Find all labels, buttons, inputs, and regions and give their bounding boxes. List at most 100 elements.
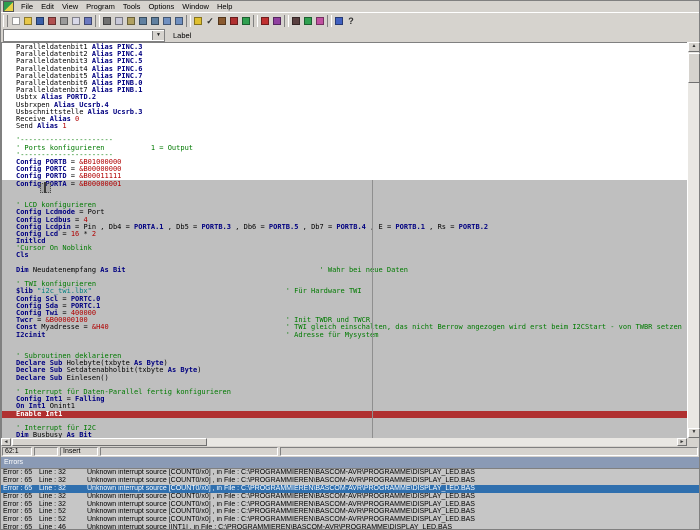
clean-icon-shape [230, 17, 238, 25]
copy-icon[interactable] [113, 15, 125, 28]
export-icon[interactable] [82, 15, 94, 28]
find-next-icon[interactable] [173, 15, 185, 28]
graphic-lcd-icon[interactable] [314, 15, 326, 28]
clean-icon[interactable] [228, 15, 240, 28]
scroll-down-icon[interactable]: ▼ [688, 428, 700, 438]
scroll-left-icon[interactable]: ◄ [1, 438, 11, 446]
find-icon[interactable] [161, 15, 173, 28]
error-message: Unknown interrupt source [COUNT0/x0] , i… [87, 501, 699, 509]
app-icon [3, 1, 14, 12]
code-segment: As Byte [168, 366, 198, 374]
code-segment: = [67, 180, 80, 188]
code-line: Dim Busbusy As Bit [2, 432, 687, 438]
menu-help[interactable]: Help [213, 1, 236, 12]
vertical-scrollbar-thumb[interactable] [688, 53, 700, 83]
code-segment: Busbusy [33, 431, 67, 438]
code-line: Receive Alias 0 [2, 116, 687, 123]
status-panel-5 [280, 447, 698, 456]
menu-options[interactable]: Options [144, 1, 178, 12]
menu-bar-items: FileEditViewProgramToolsOptionsWindowHel… [17, 1, 236, 12]
error-row[interactable]: Error : 65Line : 32Unknown interrupt sou… [1, 493, 699, 501]
error-row[interactable]: Error : 65Line : 52Unknown interrupt sou… [1, 516, 699, 524]
indent-icon[interactable] [137, 15, 149, 28]
code-line: Config Lcd = 16 * 2 [2, 231, 687, 238]
menu-program[interactable]: Program [82, 1, 119, 12]
error-line-number: Line : 46 [39, 524, 87, 529]
plugin-icon[interactable] [333, 15, 345, 28]
error-message: Unknown interrupt source [COUNT0/x0] , i… [87, 516, 699, 524]
code-segment: PORTB.5 [269, 223, 299, 231]
toolbar-separator [284, 15, 289, 27]
open-file-icon[interactable] [22, 15, 34, 28]
code-segment: , Rs = [425, 223, 459, 231]
simulator-icon[interactable] [271, 15, 283, 28]
chevron-down-icon[interactable]: ▼ [152, 31, 164, 40]
code-line: $lib "i2c_twi.lbx" ' Für Hardware TWI [2, 288, 687, 295]
error-message: Unknown interrupt source [COUNT0/x0] , i… [87, 508, 699, 516]
print-preview-icon[interactable] [70, 15, 82, 28]
lcd-display-icon[interactable] [302, 15, 314, 28]
error-row[interactable]: Error : 65Line : 32Unknown interrupt sou… [1, 485, 699, 493]
new-file-icon[interactable] [10, 15, 22, 28]
menu-file[interactable]: File [17, 1, 37, 12]
scroll-up-icon[interactable]: ▲ [688, 42, 700, 52]
help-icon[interactable]: ? [345, 15, 357, 28]
code-area[interactable]: Paralleldatenbit1 Alias PINC.3Parallelda… [1, 42, 687, 438]
scroll-right-icon[interactable]: ► [677, 438, 687, 446]
error-message: Unknown interrupt source [COUNT0/x0] , i… [87, 469, 699, 477]
toolbar-grip[interactable] [3, 15, 8, 27]
cut-icon[interactable] [101, 15, 113, 28]
error-number: Error : 65 [3, 485, 39, 493]
menu-window[interactable]: Window [178, 1, 213, 12]
error-row[interactable]: Error : 65Line : 32Unknown interrupt sou… [1, 469, 699, 477]
code-segment: Einlesen() [67, 374, 109, 382]
error-row[interactable]: Error : 65Line : 32Unknown interrupt sou… [1, 501, 699, 509]
code-segment: Cls [16, 251, 29, 259]
error-row[interactable]: Error : 65Line : 32Unknown interrupt sou… [1, 477, 699, 485]
horizontal-scrollbar[interactable]: ◄ ► [1, 438, 687, 446]
code-segment: * [79, 230, 92, 238]
stop-icon[interactable] [259, 15, 271, 28]
error-message: Unknown interrupt source [COUNT0/x0] , i… [87, 485, 699, 493]
print-icon[interactable] [58, 15, 70, 28]
error-line-number: Line : 32 [39, 469, 87, 477]
code-line: ' Interrupt für I2C [2, 425, 687, 432]
sub-navigator-combo[interactable]: ▼ [3, 29, 165, 42]
save-file-icon[interactable] [34, 15, 46, 28]
unindent-icon[interactable] [149, 15, 161, 28]
open-file-icon-shape [24, 17, 32, 25]
vertical-scrollbar[interactable]: ▲ ▼ [687, 42, 699, 438]
menu-edit[interactable]: Edit [37, 1, 58, 12]
paste-icon[interactable] [125, 15, 137, 28]
error-number: Error : 65 [3, 501, 39, 509]
code-line [2, 339, 687, 346]
program-chip-icon[interactable] [240, 15, 252, 28]
find-icon-shape [163, 17, 171, 25]
error-line-number: Line : 52 [39, 508, 87, 516]
code-segment: PORTB.2 [459, 223, 489, 231]
errors-list: Error : 65Line : 32Unknown interrupt sou… [1, 468, 699, 529]
code-segment: ' Adresse für Mysystem [46, 331, 379, 339]
code-segment: PORTB.4 [336, 223, 366, 231]
error-row[interactable]: Error : 65Line : 52Unknown interrupt sou… [1, 508, 699, 516]
compile-icon[interactable] [192, 15, 204, 28]
editor: Paralleldatenbit1 Alias PINC.3Parallelda… [1, 42, 699, 446]
horizontal-scrollbar-thumb[interactable] [12, 438, 207, 446]
code-line: Dim Neudatenempfang As Bit ' Wahr bei ne… [2, 267, 687, 274]
program-setup-icon-shape [218, 17, 226, 25]
program-setup-icon[interactable] [216, 15, 228, 28]
code-segment: As Bit [100, 266, 125, 274]
code-line [2, 195, 687, 202]
toolbar-separator [327, 15, 332, 27]
indent-icon-shape [139, 17, 147, 25]
code-segment: PINB.1 [117, 86, 142, 94]
terminal-icon[interactable] [290, 15, 302, 28]
syntax-check-icon[interactable]: ✓ [204, 15, 216, 28]
code-segment: 2 [92, 230, 96, 238]
menu-view[interactable]: View [58, 1, 82, 12]
save-all-icon[interactable] [46, 15, 58, 28]
toolbar: ✓? [1, 12, 699, 29]
error-row[interactable]: Error : 65Line : 46Unknown interrupt sou… [1, 524, 699, 529]
menu-tools[interactable]: Tools [119, 1, 145, 12]
code-segment: As Bit [67, 431, 92, 438]
